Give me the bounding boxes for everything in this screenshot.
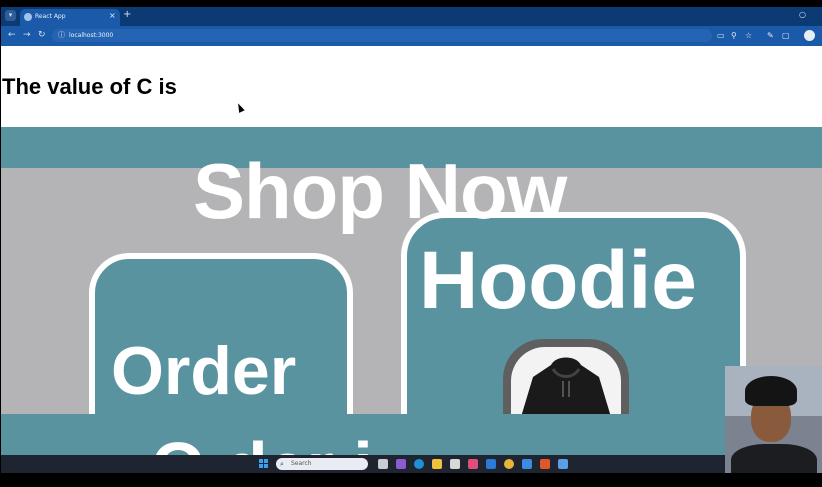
- webcam-overlay: [725, 366, 822, 473]
- chrome-icon[interactable]: [504, 459, 514, 469]
- back-icon[interactable]: ←: [8, 29, 16, 41]
- star-icon[interactable]: ☆: [745, 30, 752, 41]
- browser-toolbar: ← → ↻ ⓘ localhost:3000 ▭ ⚲ ☆ ✎ ▢: [1, 26, 822, 46]
- hoodie-text: Hoodie: [419, 235, 697, 326]
- vscode-icon[interactable]: [486, 459, 496, 469]
- shop-now-text: Shop Now: [193, 147, 567, 235]
- info-icon[interactable]: ⓘ: [58, 30, 65, 41]
- favicon-icon: [24, 13, 32, 21]
- search-placeholder: Search: [291, 460, 312, 467]
- reload-icon[interactable]: ↻: [38, 29, 46, 41]
- page-heading: The value of C is: [2, 74, 177, 99]
- tab-list-icon[interactable]: ▾: [5, 10, 16, 21]
- shop-banner-image: Shop Now Order Hoodie O der i: [1, 127, 822, 473]
- zoom-icon[interactable]: ⚲: [731, 30, 737, 41]
- app-icon[interactable]: [468, 459, 478, 469]
- tab-react-app[interactable]: React App ×: [20, 9, 120, 26]
- extensions-icon[interactable]: ▢: [782, 30, 790, 41]
- file-explorer-icon[interactable]: [432, 459, 442, 469]
- forward-icon[interactable]: →: [23, 29, 31, 41]
- window-control-icon[interactable]: ○: [799, 10, 806, 20]
- taskbar-search[interactable]: ⌕ Search: [276, 458, 368, 470]
- plus-icon[interactable]: +: [123, 9, 131, 21]
- office-icon[interactable]: [540, 459, 550, 469]
- page-content: The value of C is Shop Now Order Hoodie: [1, 46, 822, 473]
- tab-strip: ▾ React App × + ○: [1, 7, 822, 26]
- screen: ▾ React App × + ○ ← → ↻ ⓘ localhost:3000…: [1, 7, 822, 473]
- close-icon[interactable]: ×: [109, 11, 116, 21]
- mouse-cursor-icon: [235, 102, 245, 113]
- windows-taskbar: ⌕ Search: [1, 455, 822, 473]
- webcam-person-body: [731, 444, 817, 473]
- webcam-person-hair: [745, 376, 797, 406]
- edge-icon[interactable]: [414, 459, 424, 469]
- cast-icon[interactable]: ▭: [717, 30, 725, 41]
- tab-title: React App: [35, 13, 66, 20]
- profile-icon[interactable]: [804, 30, 815, 41]
- order-text: Order: [111, 333, 297, 409]
- pen-icon[interactable]: ✎: [767, 30, 774, 41]
- windows-start-icon[interactable]: [259, 459, 269, 469]
- taskview-icon[interactable]: [378, 459, 388, 469]
- terminal-icon[interactable]: [450, 459, 460, 469]
- search-icon: ⌕: [280, 460, 284, 468]
- app-icon[interactable]: [396, 459, 406, 469]
- app-icon[interactable]: [558, 459, 568, 469]
- app-icon[interactable]: [522, 459, 532, 469]
- address-bar[interactable]: ⓘ localhost:3000: [52, 29, 712, 42]
- url-text[interactable]: localhost:3000: [69, 31, 113, 40]
